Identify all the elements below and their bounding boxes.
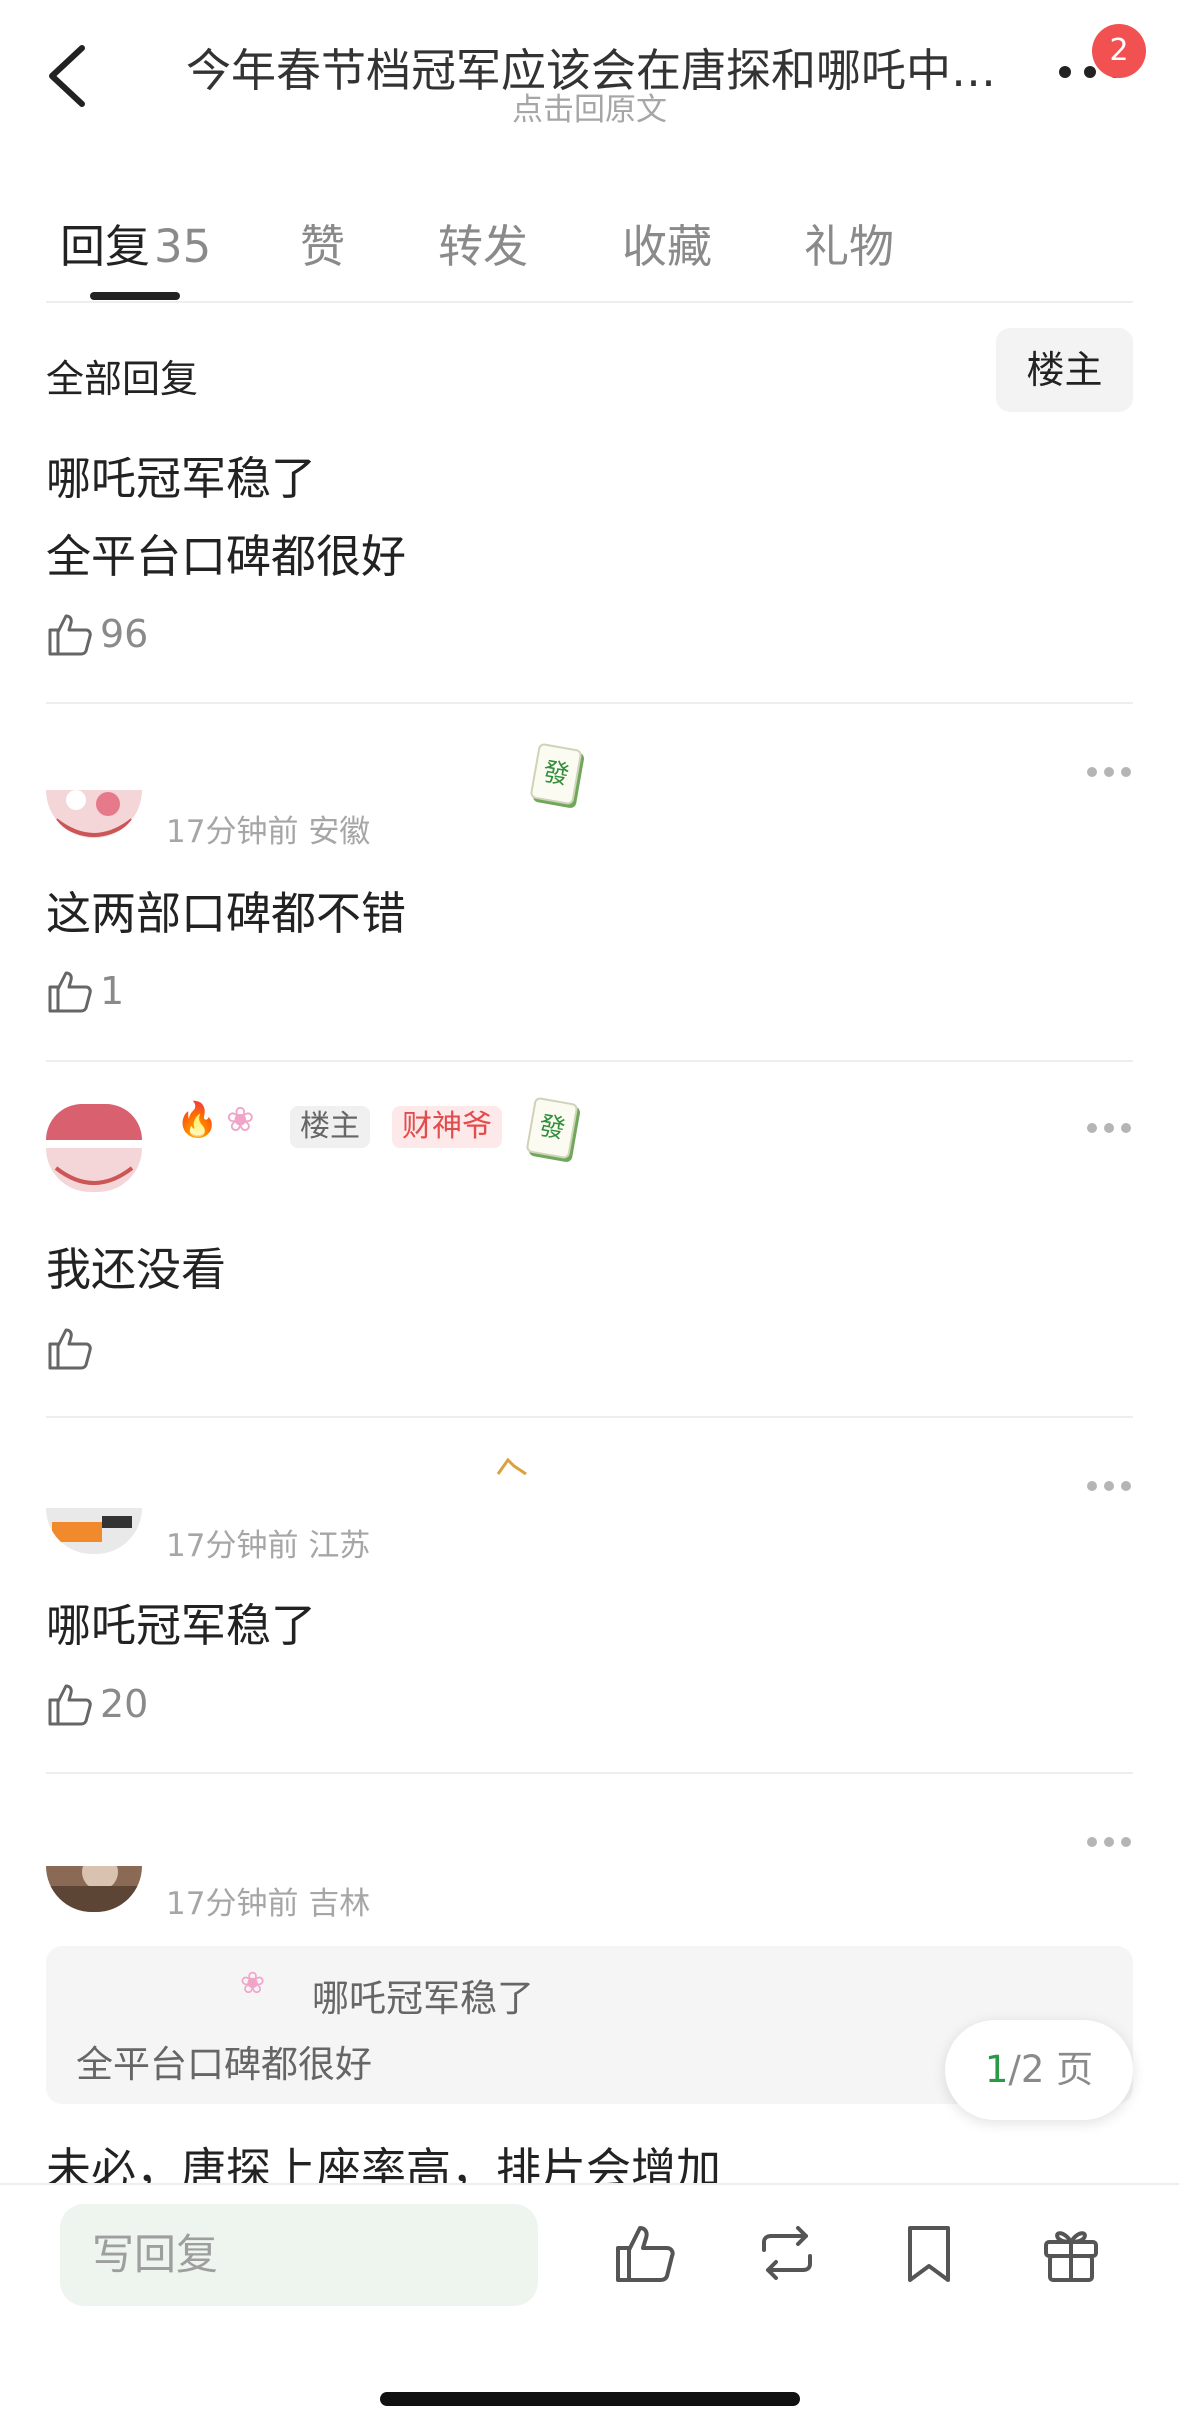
comment-time: 17分钟前: [166, 814, 299, 850]
gift-icon[interactable]: [1038, 2220, 1104, 2286]
like-button[interactable]: 1: [46, 964, 124, 1018]
like-icon[interactable]: [612, 2220, 678, 2286]
mahjong-fa-badge: 發: [525, 1096, 579, 1160]
back-to-original-link[interactable]: 点击回原文: [0, 84, 1179, 129]
comment-location: 江苏: [308, 1528, 371, 1564]
all-replies-label: 全部回复: [46, 357, 199, 401]
page-indicator-button[interactable]: 1/2 页: [945, 2020, 1133, 2120]
tab-likes[interactable]: 赞: [300, 210, 345, 275]
avatar[interactable]: [46, 1148, 142, 1192]
mahjong-fa-badge: 發: [529, 742, 583, 806]
comment-more-icon[interactable]: [1086, 1122, 1132, 1134]
decorative-sticker: [494, 1456, 530, 1480]
comment-time: 17分钟前: [166, 1886, 299, 1922]
reply-text-line: 哪吒冠军稳了: [46, 452, 317, 505]
active-tab-indicator: [90, 292, 180, 300]
reply-input[interactable]: 写回复: [60, 2204, 538, 2306]
comment-meta: 17分钟前 安徽: [166, 806, 370, 851]
divider: [46, 1416, 1133, 1418]
comment-time: 17分钟前: [166, 1528, 299, 1564]
comment-text: 哪吒冠军稳了: [46, 1599, 317, 1652]
avatar-image: [54, 1166, 134, 1185]
avatar[interactable]: [46, 790, 142, 838]
total-pages: /2 页: [1008, 2048, 1094, 2091]
bookmark-icon[interactable]: [896, 2220, 962, 2286]
tab-gifts[interactable]: 礼物: [804, 210, 894, 275]
like-count: 96: [100, 612, 149, 656]
tab-count: 35: [154, 220, 212, 273]
comment-text: 这两部口碑都不错: [46, 887, 407, 940]
avatar[interactable]: [46, 1508, 142, 1554]
like-count: 20: [100, 1682, 149, 1726]
tab-label: 回复: [60, 220, 151, 273]
comment-more-icon[interactable]: [1086, 1480, 1132, 1492]
comment-meta: 17分钟前 江苏: [166, 1520, 370, 1565]
comment-more-icon[interactable]: [1086, 1836, 1132, 1848]
tab-reposts[interactable]: 转发: [438, 210, 528, 275]
flame-icon: 🔥: [176, 1100, 219, 1140]
like-button[interactable]: [46, 1321, 100, 1375]
comment-location: 吉林: [308, 1886, 371, 1922]
notification-badge: 2: [1092, 24, 1146, 78]
cherry-blossom-icon: ❀: [240, 1966, 266, 2001]
avatar-top: [46, 1104, 142, 1140]
cherry-blossom-icon: ❀: [226, 1100, 255, 1140]
divider: [46, 1772, 1133, 1774]
tab-favorites[interactable]: 收藏: [622, 210, 712, 275]
comment-text: 我还没看: [46, 1243, 227, 1296]
thumbs-up-icon: [48, 1328, 92, 1370]
op-only-filter-button[interactable]: 楼主: [996, 328, 1133, 412]
reply-text-line: 全平台口碑都很好: [46, 530, 407, 583]
title-tag: 财神爷: [392, 1106, 502, 1148]
op-tag: 楼主: [290, 1106, 370, 1148]
avatar[interactable]: [46, 1866, 142, 1912]
tab-replies[interactable]: 回复35: [60, 210, 211, 275]
comment-more-icon[interactable]: [1086, 766, 1132, 778]
quoted-reply-text: 全平台口碑都很好: [76, 2043, 372, 2086]
divider: [46, 1060, 1133, 1062]
divider: [46, 702, 1133, 704]
like-count: 1: [100, 969, 125, 1013]
thumbs-up-icon: [48, 614, 92, 656]
current-page: 1: [984, 2048, 1009, 2091]
comment-meta: 17分钟前 吉林: [166, 1878, 370, 1923]
like-button[interactable]: 96: [46, 607, 148, 661]
repost-icon[interactable]: [754, 2220, 820, 2286]
avatar-image: [52, 1516, 132, 1542]
like-button[interactable]: 20: [46, 1677, 148, 1731]
thumbs-up-icon: [48, 971, 92, 1013]
quoted-reply-header: 哪吒冠军稳了: [312, 1977, 534, 2020]
divider: [46, 301, 1133, 303]
avatar-image: [54, 790, 134, 837]
home-indicator: [380, 2392, 800, 2406]
thumbs-up-icon: [48, 1684, 92, 1726]
comment-location: 安徽: [308, 814, 371, 850]
avatar-image: [46, 1866, 142, 1912]
